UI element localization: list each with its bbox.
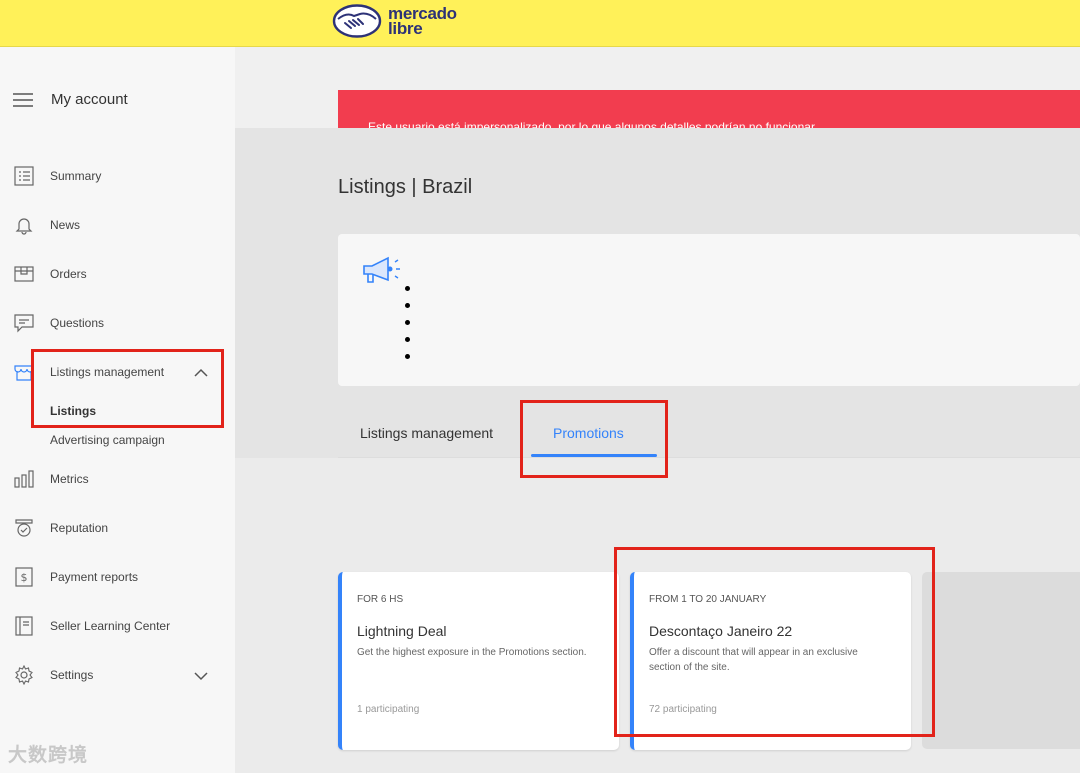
alert-text: Este usuario está impersonalizado, por l… (368, 120, 818, 128)
sidebar-item-summary[interactable]: Summary (13, 165, 101, 187)
my-account-menu[interactable]: My account (13, 91, 128, 108)
notice-bullet-list (400, 286, 410, 371)
list-item (405, 286, 410, 291)
promo-description: Get the highest exposure in the Promotio… (357, 647, 587, 658)
sidebar-item-payment-reports[interactable]: $ Payment reports (13, 566, 138, 588)
book-icon (13, 615, 35, 637)
list-item (405, 303, 410, 308)
sidebar-item-label: Orders (50, 267, 87, 281)
tab-listings-management[interactable]: Listings management (360, 425, 493, 441)
sidebar-item-label: Settings (50, 668, 94, 682)
sidebar-item-questions[interactable]: Questions (13, 312, 104, 334)
sidebar-item-label: Payment reports (50, 570, 139, 584)
box-icon (13, 263, 35, 285)
promo-card-lightning-deal[interactable]: FOR 6 HS Lightning Deal Get the highest … (338, 572, 619, 750)
chevron-up-icon[interactable] (193, 365, 209, 381)
bar-chart-icon (13, 468, 35, 490)
promo-title: Lightning Deal (357, 623, 447, 639)
sidebar-item-news[interactable]: News (13, 214, 80, 236)
notice-card (338, 234, 1080, 386)
promo-card-descontaco-janeiro[interactable]: FROM 1 TO 20 JANUARY Descontaço Janeiro … (630, 572, 911, 750)
logo-line2: libre (388, 19, 423, 38)
watermark: 大数跨境 (8, 745, 89, 766)
sidebar-item-label: News (50, 218, 81, 232)
list-item (405, 354, 410, 359)
active-tab-indicator (531, 454, 657, 457)
chat-icon (13, 312, 35, 334)
chevron-down-icon[interactable] (193, 668, 209, 684)
promo-tag: FOR 6 HS (357, 594, 404, 605)
list-item (405, 337, 410, 342)
badge-icon (13, 517, 35, 539)
tabs-bar: Listings management Promotions (338, 400, 1080, 458)
list-item (405, 320, 410, 325)
dollar-receipt-icon: $ (13, 566, 35, 588)
my-account-label: My account (51, 91, 128, 108)
sidebar-item-seller-learning-center[interactable]: Seller Learning Center (13, 615, 170, 637)
promo-title: Descontaço Janeiro 22 (649, 623, 793, 639)
megaphone-icon (363, 256, 400, 283)
page-title: Listings | Brazil (338, 176, 473, 198)
sidebar-item-orders[interactable]: Orders (13, 263, 87, 285)
impersonation-alert: Este usuario está impersonalizado, por l… (338, 90, 1080, 128)
sidebar-subitem-advertising-campaign[interactable]: Advertising campaign (50, 433, 165, 447)
sidebar: My account Summary News Orders Questions… (0, 47, 235, 773)
tab-promotions[interactable]: Promotions (553, 425, 624, 441)
promo-description: Offer a discount that will appear in an … (649, 647, 858, 673)
top-header: mercado libre (0, 0, 1080, 47)
bell-icon (13, 214, 35, 236)
promo-participating-count: 72 participating (649, 704, 717, 715)
gear-icon (13, 664, 35, 686)
store-icon (13, 361, 35, 383)
sidebar-subitem-listings[interactable]: Listings (50, 404, 96, 418)
sidebar-item-reputation[interactable]: Reputation (13, 517, 108, 539)
sidebar-item-label: Metrics (50, 472, 89, 486)
mercado-libre-logo[interactable]: mercado libre (332, 3, 457, 39)
sidebar-item-settings[interactable]: Settings (13, 664, 93, 686)
sidebar-item-label: Questions (50, 316, 105, 330)
sidebar-item-label: Seller Learning Center (50, 619, 171, 633)
promo-participating-count: 1 participating (357, 704, 420, 715)
sidebar-item-label: Listings management (50, 365, 165, 379)
sidebar-item-listings-management[interactable]: Listings management (13, 361, 164, 383)
promo-tag: FROM 1 TO 20 JANUARY (649, 594, 767, 605)
sidebar-item-metrics[interactable]: Metrics (13, 468, 89, 490)
summary-list-icon (13, 165, 35, 187)
handshake-icon (332, 4, 382, 38)
svg-text:$: $ (21, 571, 28, 584)
promo-card-placeholder (922, 572, 1080, 749)
hamburger-icon[interactable] (13, 92, 33, 107)
sidebar-item-label: Reputation (50, 521, 109, 535)
sidebar-item-label: Summary (50, 169, 102, 183)
